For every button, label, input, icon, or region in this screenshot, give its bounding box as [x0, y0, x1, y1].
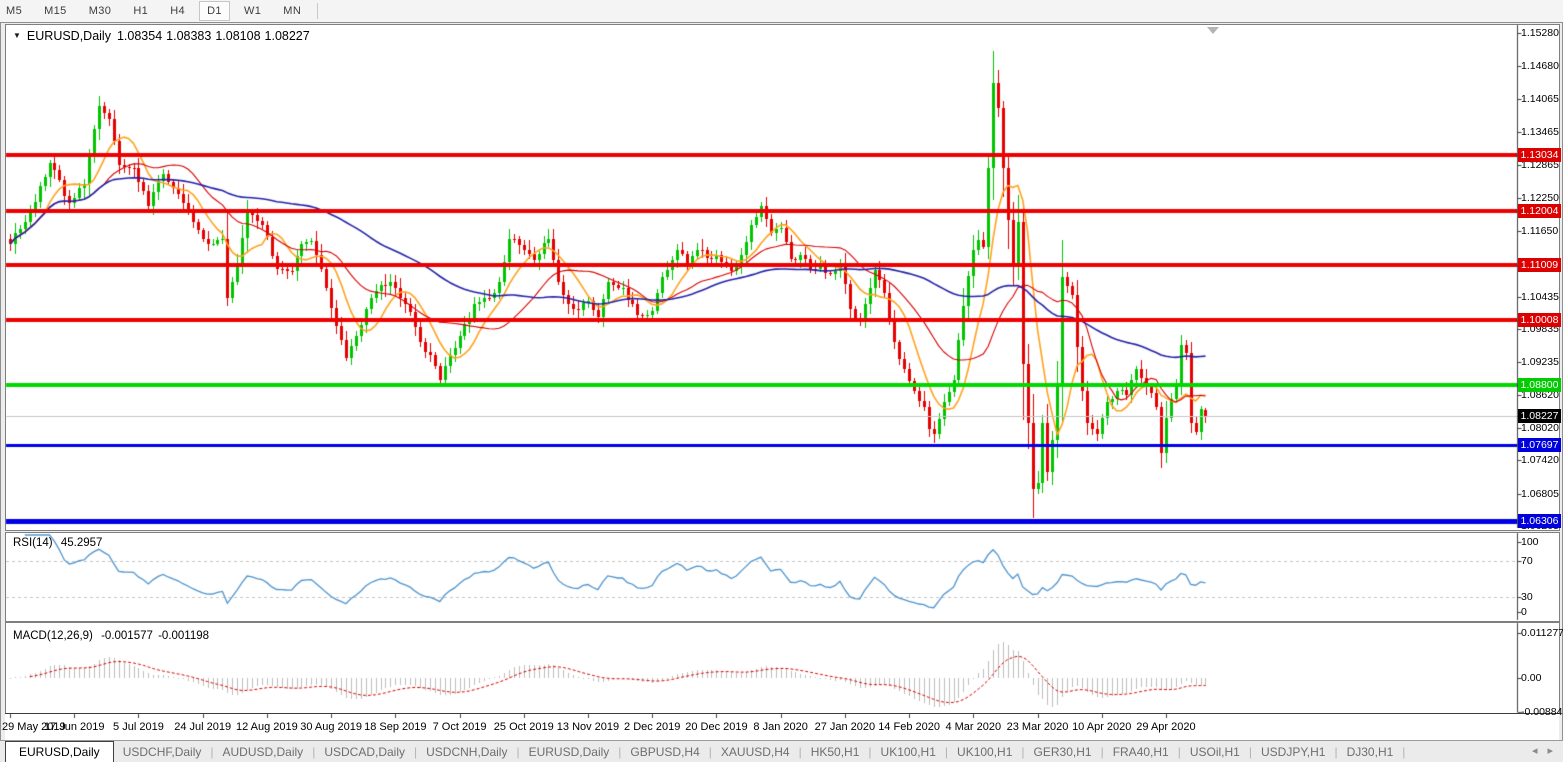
price-line-badge: 1.11009	[1518, 258, 1561, 273]
date-axis-label: 12 Aug 2019	[235, 721, 298, 733]
chart-tabs-row: EURUSD,Daily USDCHF,Daily | AUDUSD,Daily | US…	[0, 741, 1405, 762]
tab-xauusd-h4[interactable]: XAUUSD,H4	[712, 741, 799, 762]
rsi-pane-label: RSI(14) 45.2957	[13, 537, 102, 549]
date-axis-label: 18 Sep 2019	[364, 721, 427, 733]
rsi-panel	[5, 532, 1560, 622]
tab-eurusd-daily[interactable]: EURUSD,Daily	[5, 741, 114, 762]
price-chart-panel	[5, 24, 1560, 531]
tab-usdcad-daily[interactable]: USDCAD,Daily	[315, 741, 414, 762]
timeframe-button-w1[interactable]: W1	[236, 1, 269, 21]
tab-scroll-left-icon[interactable]: ◂	[1532, 744, 1538, 758]
timeframe-button-h1[interactable]: H1	[125, 1, 156, 21]
macd-label: MACD(12,26,9)	[13, 630, 93, 642]
symbol-dropdown-icon[interactable]: ▼	[13, 31, 21, 40]
price-line-badge: 1.10008	[1518, 312, 1561, 327]
chart-symbol-label: EURUSD,Daily	[26, 29, 111, 43]
tab-fra40-h1[interactable]: FRA40,H1	[1104, 741, 1178, 762]
price-line-badge: 1.08800	[1518, 378, 1561, 393]
tab-scroll-arrows: ◂ ▸	[1532, 744, 1553, 758]
tab-dj30-h1[interactable]: DJ30,H1	[1338, 741, 1403, 762]
price-axis-label: 1.14065	[1521, 93, 1559, 106]
date-axis-label: 30 Aug 2019	[300, 721, 362, 733]
tab-uk100-h1[interactable]: UK100,H1	[872, 741, 945, 762]
timeframe-toolbar: M5 M15 M30 H1 H4 D1 W1 MN	[0, 0, 1563, 22]
timeframe-button-d1[interactable]: D1	[199, 1, 230, 21]
date-axis-label: 5 Jul 2019	[113, 721, 164, 733]
macd-value-signal: -0.001198	[158, 630, 210, 642]
date-axis-label: 17 Jun 2019	[43, 721, 105, 733]
toolbar-separator	[317, 3, 319, 19]
tab-eurusd-daily[interactable]: EURUSD,Daily	[520, 741, 619, 762]
price-line-badge: 1.06306	[1518, 513, 1561, 528]
macd-pane-label: MACD(12,26,9) -0.001577 -0.001198	[13, 630, 209, 642]
date-axis-label: 14 Feb 2020	[878, 721, 940, 733]
tab-hk50-h1[interactable]: HK50,H1	[802, 741, 869, 762]
ohlc-high: 1.08383	[166, 29, 212, 43]
price-axis-label: 1.14680	[1521, 59, 1559, 72]
date-axis-label: 8 Jan 2020	[753, 721, 808, 733]
price-axis-label: 1.09235	[1521, 355, 1559, 368]
tab-audusd-daily[interactable]: AUDUSD,Daily	[214, 741, 313, 762]
date-axis-label: 10 Apr 2020	[1072, 721, 1132, 733]
chart-shift-marker-icon[interactable]	[1207, 27, 1219, 34]
tab-usdjpy-h1[interactable]: USDJPY,H1	[1252, 741, 1334, 762]
timeframe-button-m30[interactable]: M30	[81, 1, 120, 21]
timeframe-buttons-row: M5 M15 M30 H1 H4 D1 W1 MN	[0, 1, 323, 21]
ohlc-low: 1.08108	[215, 29, 261, 43]
price-axis-label: 1.11650	[1521, 224, 1559, 237]
date-axis-label: 13 Nov 2019	[556, 721, 620, 733]
price-axis-label: 1.06805	[1521, 487, 1559, 500]
macd-axis-label: 0.00	[1521, 672, 1542, 684]
ohlc-close: 1.08227	[264, 29, 310, 43]
tab-ger30-h1[interactable]: GER30,H1	[1025, 741, 1101, 762]
timeframe-button-h4[interactable]: H4	[162, 1, 193, 21]
date-axis-label: 23 Mar 2020	[1006, 721, 1069, 733]
date-axis-label: 24 Jul 2019	[174, 721, 232, 733]
tab-separator: |	[1402, 744, 1406, 759]
rsi-label: RSI(14)	[13, 537, 53, 549]
price-axis-label: 1.13465	[1521, 125, 1559, 138]
chart-title: ▼ EURUSD,Daily 1.08354 1.08383 1.08108 1…	[13, 29, 310, 43]
price-line-badge: 1.07697	[1518, 438, 1561, 453]
tab-scroll-right-icon[interactable]: ▸	[1547, 744, 1553, 758]
rsi-axis-label: 0	[1521, 606, 1527, 618]
ohlc-open: 1.08354	[116, 29, 163, 43]
rsi-axis-label: 70	[1521, 555, 1533, 567]
tab-uk100-h1[interactable]: UK100,H1	[948, 741, 1021, 762]
rsi-axis-label: 100	[1521, 536, 1539, 548]
terminal-screen: M5 M15 M30 H1 H4 D1 W1 MN ▼ EURUSD,Daily 1.0835…	[0, 0, 1563, 762]
date-axis-label: 29 Apr 2020	[1136, 721, 1196, 733]
macd-axis-label: -0.008845	[1521, 706, 1563, 718]
price-axis-label: 1.10435	[1521, 290, 1559, 303]
date-axis-label: 2 Dec 2019	[624, 721, 681, 733]
date-axis-label: 4 Mar 2020	[945, 721, 1002, 733]
macd-panel	[5, 622, 1560, 714]
price-axis-label: 1.15280	[1521, 27, 1559, 40]
chart-tab-bar: EURUSD,Daily USDCHF,Daily | AUDUSD,Daily | US…	[0, 740, 1563, 762]
date-axis-label: 7 Oct 2019	[432, 721, 487, 733]
rsi-axis-label: 30	[1521, 591, 1533, 603]
price-line-badge: 1.08227	[1518, 409, 1561, 424]
tab-usoil-h1[interactable]: USOil,H1	[1181, 741, 1249, 762]
rsi-value: 45.2957	[60, 537, 103, 549]
date-axis-label: 20 Dec 2019	[685, 721, 748, 733]
macd-axis-label: 0.011277	[1521, 627, 1563, 639]
tab-usdcnh-daily[interactable]: USDCNH,Daily	[417, 741, 516, 762]
price-axis-label: 1.12250	[1521, 191, 1559, 204]
timeframe-button-m15[interactable]: M15	[36, 1, 75, 21]
tab-usdchf-daily[interactable]: USDCHF,Daily	[114, 741, 211, 762]
date-axis-label: 25 Oct 2019	[493, 721, 554, 733]
timeframe-button-m5[interactable]: M5	[0, 1, 30, 21]
timeframe-button-mn[interactable]: MN	[275, 1, 309, 21]
price-line-badge: 1.12004	[1518, 204, 1561, 219]
price-axis-label: 1.07420	[1521, 454, 1559, 467]
tab-gbpusd-h4[interactable]: GBPUSD,H4	[621, 741, 708, 762]
date-axis-label: 27 Jan 2020	[814, 721, 876, 733]
price-line-badge: 1.13034	[1518, 148, 1561, 163]
macd-value-main: -0.001577	[101, 630, 153, 642]
